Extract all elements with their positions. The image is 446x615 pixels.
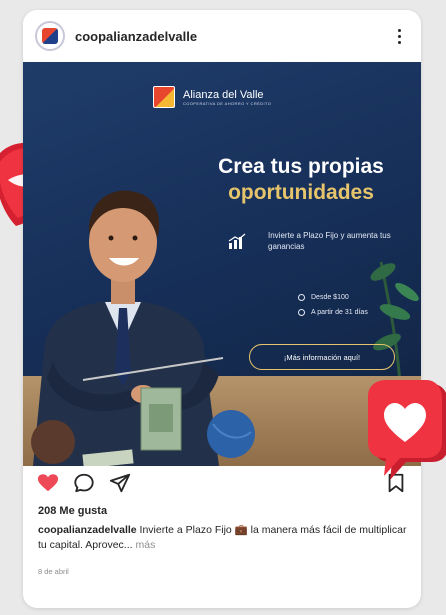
man-knitting-illustration	[31, 190, 255, 466]
post-image[interactable]: Alianza del Valle COOPERATIVA DE AHORRO …	[23, 62, 421, 466]
post-card: coopalianzadelvalle Alianza del Valle CO…	[23, 10, 421, 608]
brand-logo	[153, 86, 175, 108]
feature-bullet-icon	[298, 294, 305, 301]
feature-list: Desde $100 A partir de 31 días	[298, 294, 368, 324]
post-caption: coopalianzadelvalle Invierte a Plazo Fij…	[38, 523, 408, 553]
share-icon[interactable]	[109, 472, 131, 494]
post-username[interactable]: coopalianzadelvalle	[75, 29, 197, 44]
brand-name: Alianza del Valle	[183, 88, 264, 101]
caption-username[interactable]: coopalianzadelvalle	[38, 524, 137, 536]
avatar[interactable]	[35, 21, 65, 51]
avatar-logo	[42, 28, 58, 44]
feature-text: A partir de 31 días	[311, 309, 368, 316]
heart-icon[interactable]	[37, 472, 59, 494]
feature-item: A partir de 31 días	[298, 309, 368, 316]
brand-subtitle: COOPERATIVA DE AHORRO Y CRÉDITO	[183, 100, 272, 106]
feature-bullet-icon	[298, 309, 305, 316]
more-icon[interactable]	[389, 24, 409, 48]
likes-count[interactable]: 208 Me gusta	[38, 505, 107, 517]
cta-button[interactable]: ¡Más información aquí!	[249, 344, 395, 370]
comment-icon[interactable]	[73, 472, 95, 494]
action-bar	[23, 466, 421, 500]
post-header: coopalianzadelvalle	[23, 10, 421, 62]
brand-header: Alianza del Valle COOPERATIVA DE AHORRO …	[153, 86, 271, 108]
stage: coopalianzadelvalle Alianza del Valle CO…	[0, 0, 446, 615]
feature-text: Desde $100	[311, 294, 349, 301]
invest-text: Invierte a Plazo Fijo y aumenta tus gana…	[268, 231, 391, 251]
decorative-heart-notification	[368, 380, 446, 480]
caption-more-link[interactable]: más	[135, 539, 155, 551]
post-date: 8 de abril	[38, 567, 69, 576]
feature-item: Desde $100	[298, 294, 368, 301]
